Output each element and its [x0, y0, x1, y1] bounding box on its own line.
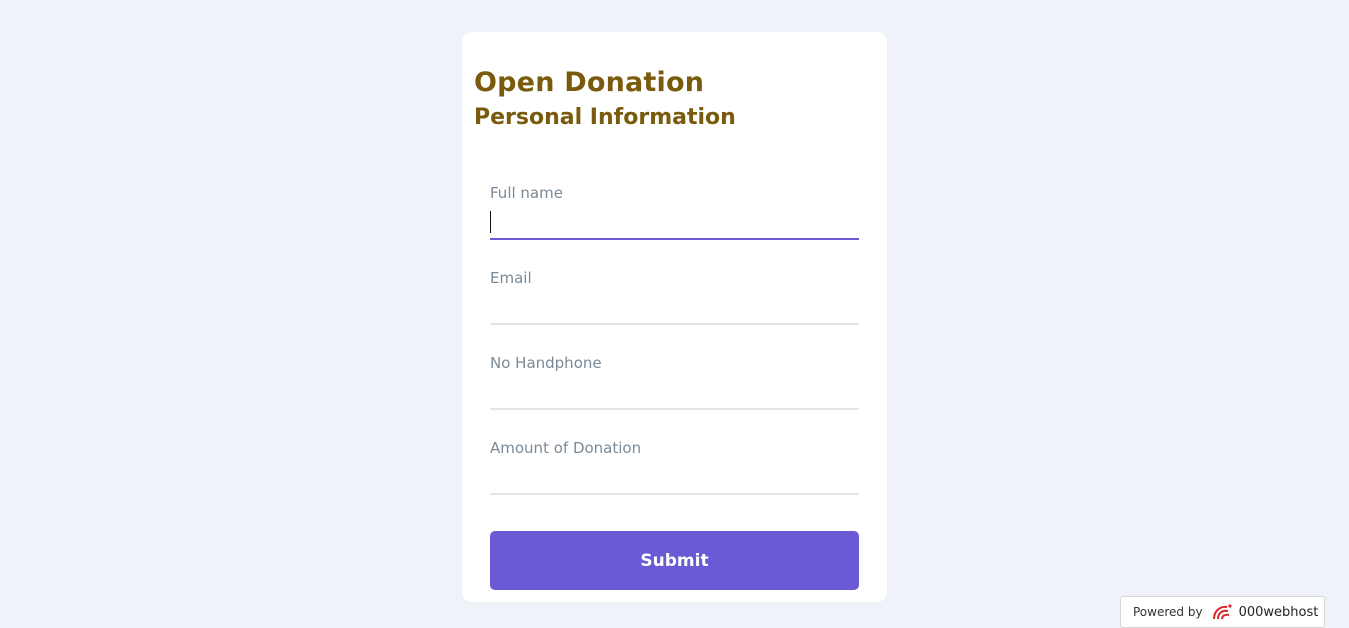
full-name-label: Full name — [490, 184, 563, 202]
brand-name: 000webhost — [1238, 604, 1319, 620]
full-name-input[interactable] — [490, 206, 859, 240]
email-field: Email — [490, 269, 859, 339]
full-name-field: Full name — [490, 184, 859, 254]
000webhost-logo-icon — [1211, 602, 1235, 622]
donation-amount-input[interactable] — [490, 461, 859, 495]
email-input[interactable] — [490, 291, 859, 325]
handphone-input[interactable] — [490, 376, 859, 410]
donation-amount-field: Amount of Donation — [490, 439, 859, 509]
text-caret — [490, 211, 491, 233]
powered-by-badge[interactable]: Powered by 000webhost — [1120, 596, 1325, 628]
handphone-field: No Handphone — [490, 354, 859, 424]
donation-form-card: Open Donation Personal Information Full … — [462, 32, 887, 602]
handphone-label: No Handphone — [490, 354, 602, 372]
donation-amount-label: Amount of Donation — [490, 439, 642, 457]
form-subtitle: Personal Information — [474, 105, 736, 130]
submit-button[interactable]: Submit — [490, 531, 859, 590]
email-label: Email — [490, 269, 532, 287]
powered-by-text: Powered by — [1133, 605, 1203, 619]
form-title: Open Donation — [474, 67, 705, 98]
